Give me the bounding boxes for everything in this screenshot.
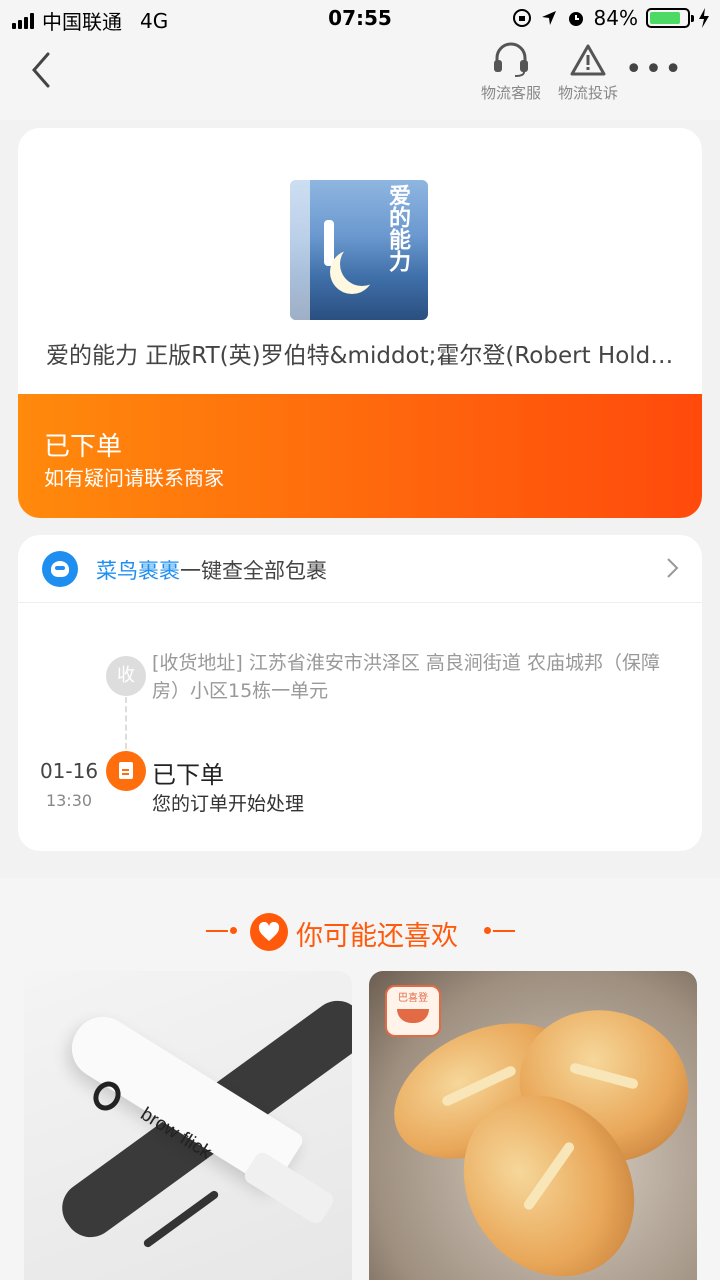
decor-dot — [230, 927, 237, 934]
book-cover-title: 爱的能力 — [385, 184, 411, 272]
cainiao-text: 菜鸟裹裹一键查全部包裹 — [96, 555, 327, 585]
battery-fill — [650, 12, 681, 24]
document-icon — [106, 751, 146, 791]
decor-dot — [484, 927, 491, 934]
decor-dash — [493, 930, 515, 932]
customer-service-button[interactable]: 物流客服 — [471, 42, 551, 103]
logistics-card: 菜鸟裹裹一键查全部包裹 收 [收货地址] 江苏省淮安市洪泽区 高良涧街道 农庙城… — [18, 535, 702, 851]
moon-icon — [340, 242, 384, 286]
cainiao-brand: 菜鸟裹裹 — [96, 559, 180, 583]
decor-dash — [206, 930, 228, 932]
back-button[interactable] — [24, 50, 64, 90]
order-status-subtitle: 如有疑问请联系商家 — [44, 466, 224, 490]
product-card[interactable]: 爱的能力 爱的能力 正版RT(英)罗伯特&middot;霍尔登(Robert H… — [18, 128, 702, 518]
location-icon — [541, 11, 556, 25]
product-name[interactable]: 爱的能力 正版RT(英)罗伯特&middot;霍尔登(Robert Holden… — [46, 336, 676, 370]
status-right: 84% — [512, 6, 710, 30]
customer-service-label: 物流客服 — [480, 84, 541, 102]
pen-nib — [142, 1189, 220, 1249]
event-description: 您的订单开始处理 — [152, 793, 305, 815]
timeline-line — [125, 697, 127, 749]
recommend-item[interactable]: brow flick — [24, 971, 352, 1280]
event-title: 已下单 — [152, 761, 224, 789]
bakery-logo-text: 巴喜登 — [398, 993, 428, 1004]
bakery-logo: 巴喜登 — [385, 985, 441, 1037]
cainiao-row[interactable]: 菜鸟裹裹一键查全部包裹 — [18, 535, 702, 603]
orientation-lock-icon — [512, 9, 531, 27]
product-image[interactable]: 爱的能力 — [290, 180, 428, 320]
event-time: 13:30 — [45, 791, 93, 810]
nav-bar: 物流客服 物流投诉 ••• — [0, 36, 720, 120]
address-badge: 收 — [106, 656, 146, 696]
recommend-item[interactable]: 巴喜登 — [369, 971, 697, 1280]
cainiao-suffix: 一键查全部包裹 — [180, 559, 327, 583]
heart-icon — [250, 913, 288, 951]
status-bar: 中国联通 4G 07:55 84% — [0, 0, 720, 36]
complaint-label: 物流投诉 — [557, 84, 618, 102]
book-figure — [324, 220, 334, 266]
battery-percent: 84% — [593, 6, 638, 30]
book-spine — [290, 180, 310, 320]
recommend-header: 你可能还喜欢 — [0, 912, 720, 952]
more-button[interactable]: ••• — [625, 55, 684, 85]
battery-icon — [646, 8, 694, 28]
cainiao-logo-icon — [42, 551, 78, 587]
event-date: 01-16 — [39, 759, 99, 783]
headset-icon — [494, 42, 528, 77]
recommend-title: 你可能还喜欢 — [296, 921, 458, 952]
alarm-icon — [568, 12, 583, 26]
address-text: [收货地址] 江苏省淮安市洪泽区 高良涧街道 农庙城邦（保障房）小区15栋一单元 — [152, 652, 660, 702]
complaint-button[interactable]: 物流投诉 — [548, 42, 628, 103]
order-status-title: 已下单 — [44, 432, 123, 462]
chevron-right-icon — [667, 558, 679, 578]
chevron-left-icon — [32, 52, 50, 88]
recommend-section: 你可能还喜欢 brow flick 巴喜登 — [0, 878, 720, 1280]
order-status-banner: 已下单 如有疑问请联系商家 — [18, 394, 702, 518]
warning-icon — [570, 44, 606, 76]
charging-icon — [699, 8, 709, 28]
